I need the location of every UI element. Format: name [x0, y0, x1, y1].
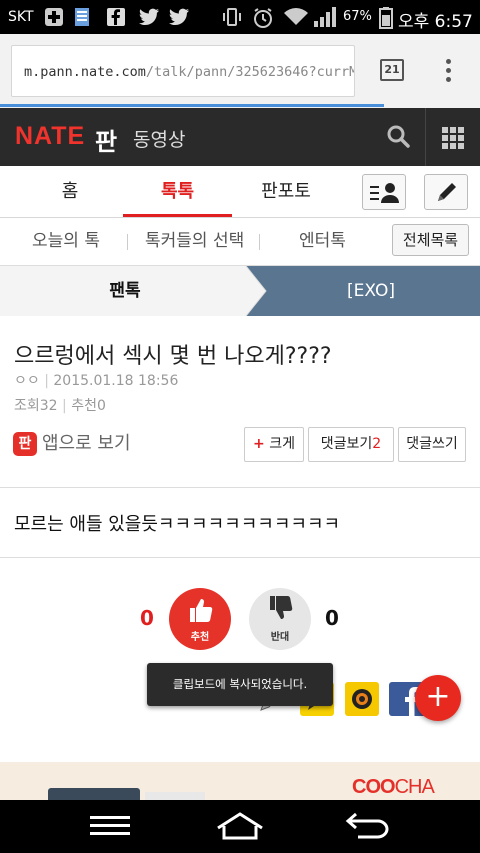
alarm-icon — [252, 7, 272, 28]
recommend-button[interactable]: 추천 — [169, 588, 231, 650]
more-menu-icon[interactable] — [438, 56, 458, 86]
carrier-label: SKT — [8, 9, 34, 25]
thumbs-up-icon — [186, 596, 214, 628]
subtab-enter-talk[interactable]: 엔터톡 — [299, 218, 346, 264]
notes-app-icon — [72, 7, 92, 27]
battery-icon — [376, 7, 396, 29]
post-body: 모르는 애들 있을듯ㅋㅋㅋㅋㅋㅋㅋㅋㅋㅋㅋ — [14, 514, 341, 535]
plus-icon: + — [253, 436, 265, 452]
pencil-icon — [425, 175, 467, 215]
signal-icon — [314, 7, 336, 27]
twitter-icon — [138, 7, 159, 27]
subtab-today-talk[interactable]: 오늘의 톡 — [32, 218, 100, 264]
section-title[interactable]: 동영상 — [133, 125, 185, 152]
home-icon[interactable] — [214, 810, 266, 842]
category-breadcrumb: 팬톡 [EXO] — [0, 266, 480, 316]
post-author: ㅇㅇ — [14, 373, 40, 389]
post-author-date: ㅇㅇ | 2015.01.18 18:56 — [14, 373, 179, 389]
floating-add-button[interactable]: + — [415, 675, 461, 721]
coocha-logo: COOCHA — [352, 776, 435, 798]
open-in-app-link[interactable]: 앱으로 보기 — [42, 432, 131, 456]
pann-logo[interactable]: 판 — [95, 122, 117, 157]
header-divider — [425, 108, 426, 166]
url-field[interactable]: m.pann.nate.com/talk/pann/325623646?curr… — [11, 45, 355, 97]
camera-share-icon[interactable] — [345, 682, 379, 716]
font-bigger-label: 크게 — [269, 436, 295, 452]
post-date: 2015.01.18 18:56 — [53, 373, 179, 389]
write-comment-button[interactable]: 댓글쓰기 — [398, 427, 466, 462]
my-profile-button[interactable] — [362, 174, 406, 210]
category-exo[interactable]: [EXO] — [262, 266, 480, 316]
tab-pan-photo[interactable]: 판포토 — [246, 166, 326, 218]
post-views: 조회32 — [14, 398, 58, 414]
post-recommend-count: 추천0 — [71, 398, 106, 414]
divider — [0, 557, 480, 558]
user-list-icon — [363, 175, 405, 215]
tab-home[interactable]: 홈 — [30, 166, 110, 218]
comments-count: 2 — [372, 436, 382, 452]
browser-toolbar: m.pann.nate.com/talk/pann/325623646?curr… — [0, 34, 480, 108]
category-fan-talk[interactable]: 팬톡 — [0, 266, 250, 316]
search-icon[interactable] — [386, 124, 410, 148]
page-load-progress — [0, 104, 384, 107]
sub-tabs: 오늘의 톡 톡커들의 선택 엔터톡 전체목록 — [0, 218, 480, 266]
full-list-button[interactable]: 전체목록 — [392, 224, 469, 256]
subtab-talkers-choice[interactable]: 톡커들의 선택 — [145, 218, 244, 264]
wifi-icon — [283, 7, 308, 27]
oppose-button[interactable]: 반대 — [249, 588, 311, 650]
vibrate-icon — [222, 7, 242, 27]
nate-logo[interactable]: NATE — [15, 122, 85, 151]
pann-app-icon[interactable]: 판 — [13, 432, 37, 456]
view-comments-button[interactable]: 댓글보기2 — [308, 427, 394, 462]
ad-banner[interactable]: COOCHA — [0, 762, 480, 804]
facebook-icon — [106, 7, 126, 27]
plus-icon: + — [425, 679, 451, 714]
plus-app-icon — [44, 7, 64, 27]
tab-toktok[interactable]: 톡톡 — [123, 166, 232, 218]
active-tab-indicator — [123, 214, 232, 217]
android-nav-bar — [0, 800, 480, 853]
status-bar: SKT 67% 오후 6:57 — [0, 0, 480, 34]
thumbs-down-icon — [266, 594, 294, 626]
write-post-button[interactable] — [424, 174, 468, 210]
post-stats: 조회32 | 추천0 — [14, 398, 106, 414]
site-header: NATE 판 동영상 — [0, 108, 480, 166]
all-services-grid-icon[interactable] — [442, 127, 464, 149]
url-host: m.pann.nate.com — [24, 64, 146, 80]
main-tabs: 홈 톡톡 판포토 — [0, 166, 480, 218]
battery-percent: 67% — [343, 9, 372, 24]
post-title: 으르렁에서 섹시 몇 번 나오게???? — [14, 344, 332, 369]
clock: 오후 6:57 — [398, 12, 473, 32]
back-icon[interactable] — [344, 810, 392, 842]
subtab-separator — [259, 234, 260, 250]
clipboard-toast: 클립보드에 복사되었습니다. — [147, 663, 333, 706]
tabs-button[interactable]: 21 — [380, 59, 404, 81]
recommend-count: 0 — [140, 606, 154, 630]
subtab-separator — [127, 234, 128, 250]
url-path: /talk/pann/325623646?currMe — [145, 64, 355, 80]
view-comments-label: 댓글보기 — [320, 436, 373, 452]
font-bigger-button[interactable]: + 크게 — [244, 427, 304, 462]
oppose-count: 0 — [325, 606, 339, 630]
twitter-icon — [168, 7, 189, 27]
divider — [0, 487, 480, 488]
oppose-label: 반대 — [270, 632, 290, 643]
menu-icon[interactable] — [88, 810, 132, 842]
recommend-label: 추천 — [190, 632, 210, 643]
